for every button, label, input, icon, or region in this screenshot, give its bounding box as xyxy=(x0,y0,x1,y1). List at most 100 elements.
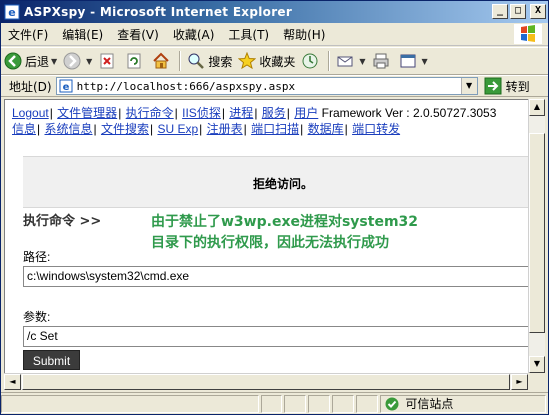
menu-view[interactable]: 查看(V) xyxy=(110,26,166,43)
go-button[interactable]: 转到 xyxy=(484,77,530,95)
address-url[interactable]: http://localhost:666/aspxspy.aspx xyxy=(77,80,296,93)
minimize-button[interactable]: _ xyxy=(492,4,508,19)
toolbar: 后退 ▼ ▼ 搜索 收藏夹 ▼ ▼ xyxy=(1,47,548,75)
ie-window: e ASPXspy - Microsoft Internet Explorer … xyxy=(0,0,549,415)
status-pane-main xyxy=(1,394,259,413)
menu-favorites[interactable]: 收藏(A) xyxy=(166,26,222,43)
status-pane-3 xyxy=(308,394,331,413)
path-input[interactable]: c:\windows\system32\cmd.exe xyxy=(23,266,528,287)
navigation-links: Logout| 文件管理器| 执行命令| IIS侦探| 进程| 服务| 用户 F… xyxy=(12,106,497,136)
access-denied-message: 拒绝访问。 xyxy=(253,177,314,191)
toolbar-separator xyxy=(179,51,182,71)
forward-button[interactable]: ▼ xyxy=(60,49,95,73)
scroll-left-icon[interactable]: ◄ xyxy=(4,374,21,390)
mail-dropdown-icon[interactable]: ▼ xyxy=(359,57,365,66)
home-button[interactable] xyxy=(149,49,176,73)
back-label: 后退 xyxy=(25,54,50,69)
status-bar: 可信站点 xyxy=(1,392,548,414)
search-button[interactable]: 搜索 xyxy=(184,49,235,73)
message-panel: 拒绝访问。 xyxy=(23,156,528,208)
go-label: 转到 xyxy=(505,79,530,94)
favorites-button[interactable]: 收藏夹 xyxy=(235,49,298,73)
title-bar: e ASPXspy - Microsoft Internet Explorer … xyxy=(1,1,548,23)
svg-text:e: e xyxy=(62,82,69,93)
svg-text:e: e xyxy=(8,6,15,19)
vertical-scroll-thumb[interactable] xyxy=(529,133,545,333)
print-icon xyxy=(373,53,389,69)
mail-button[interactable]: ▼ xyxy=(333,49,368,73)
back-button[interactable]: 后退 ▼ xyxy=(1,49,60,73)
nav-registry[interactable]: 注册表 xyxy=(207,122,243,136)
ie-app-icon: e xyxy=(4,4,20,20)
nav-iis-spy[interactable]: IIS侦探 xyxy=(182,106,221,120)
stop-icon xyxy=(100,53,114,69)
refresh-button[interactable] xyxy=(122,49,149,73)
menu-file[interactable]: 文件(F) xyxy=(1,26,55,43)
nav-port-scan[interactable]: 端口扫描 xyxy=(251,122,299,136)
refresh-icon xyxy=(127,53,141,69)
address-bar: 地址(D) e http://localhost:666/aspxspy.asp… xyxy=(1,75,548,97)
nav-database[interactable]: 数据库 xyxy=(308,122,344,136)
favorites-star-icon xyxy=(238,52,257,70)
section-title: 执行命令 >> xyxy=(23,214,102,229)
status-pane-2 xyxy=(284,394,307,413)
edit-page-icon xyxy=(400,54,416,68)
mail-icon xyxy=(337,56,353,67)
forward-dropdown-icon[interactable]: ▼ xyxy=(86,57,92,66)
search-label: 搜索 xyxy=(208,54,233,69)
windows-logo-icon xyxy=(514,24,542,44)
zone-label: 可信站点 xyxy=(405,397,454,411)
menu-bar: 文件(F) 编辑(E) 查看(V) 收藏(A) 工具(T) 帮助(H) xyxy=(1,23,548,46)
args-label: 参数: xyxy=(23,310,51,324)
history-button[interactable] xyxy=(298,49,325,73)
status-pane-1 xyxy=(260,394,283,413)
page-icon: e xyxy=(59,79,73,93)
horizontal-scrollbar[interactable]: ◄ ► xyxy=(4,373,528,390)
scroll-right-icon[interactable]: ► xyxy=(511,374,528,390)
scrollbar-corner xyxy=(528,373,545,390)
horizontal-scroll-thumb[interactable] xyxy=(22,374,510,390)
nav-port-forward[interactable]: 端口转发 xyxy=(352,122,400,136)
nav-users[interactable]: 用户 xyxy=(294,106,318,120)
edit-dropdown-icon[interactable]: ▼ xyxy=(422,57,428,66)
toolbar-separator-2 xyxy=(328,51,331,71)
nav-info[interactable]: 信息 xyxy=(12,122,36,136)
scroll-down-icon[interactable]: ▼ xyxy=(529,356,545,373)
print-button[interactable] xyxy=(369,49,396,73)
nav-execute-command[interactable]: 执行命令 xyxy=(126,106,174,120)
nav-logout[interactable]: Logout xyxy=(12,106,49,120)
annotation-line-2: 目录下的执行权限，因此无法执行成功 xyxy=(151,235,389,251)
forward-arrow-icon xyxy=(63,52,81,70)
annotation-line-1: 由于禁止了w3wp.exe进程对system32 xyxy=(151,214,419,230)
nav-system-info[interactable]: 系统信息 xyxy=(44,122,92,136)
submit-button[interactable]: Submit xyxy=(23,350,80,370)
args-input[interactable]: /c Set xyxy=(23,326,528,347)
framework-version: Framework Ver : 2.0.50727.3053 xyxy=(321,106,497,120)
status-pane-5 xyxy=(356,394,379,413)
nav-file-manager[interactable]: 文件管理器 xyxy=(57,106,117,120)
edit-button[interactable]: ▼ xyxy=(396,49,431,73)
maximize-button[interactable]: □ xyxy=(510,4,526,19)
close-button[interactable]: X xyxy=(530,4,546,19)
vertical-scrollbar[interactable]: ▲ ▼ xyxy=(528,99,545,373)
address-input[interactable]: e http://localhost:666/aspxspy.aspx ▼ xyxy=(55,77,478,95)
menu-edit[interactable]: 编辑(E) xyxy=(55,26,110,43)
go-arrow-icon xyxy=(484,77,502,95)
nav-su-exp[interactable]: SU Exp xyxy=(157,122,198,136)
status-pane-4 xyxy=(332,394,355,413)
address-label: 地址(D) xyxy=(9,79,52,94)
address-dropdown-icon[interactable]: ▼ xyxy=(460,78,477,94)
page-content: Logout| 文件管理器| 执行命令| IIS侦探| 进程| 服务| 用户 F… xyxy=(4,99,528,373)
back-dropdown-icon[interactable]: ▼ xyxy=(51,57,57,66)
security-zone: 可信站点 xyxy=(380,394,547,413)
menu-tools[interactable]: 工具(T) xyxy=(221,26,276,43)
nav-process[interactable]: 进程 xyxy=(229,106,253,120)
search-icon xyxy=(188,53,205,69)
scroll-up-icon[interactable]: ▲ xyxy=(529,99,545,116)
stop-button[interactable] xyxy=(95,49,122,73)
nav-file-search[interactable]: 文件搜索 xyxy=(101,122,149,136)
nav-services[interactable]: 服务 xyxy=(262,106,286,120)
home-icon xyxy=(153,52,170,69)
menu-help[interactable]: 帮助(H) xyxy=(276,26,332,43)
path-label: 路径: xyxy=(23,250,51,264)
